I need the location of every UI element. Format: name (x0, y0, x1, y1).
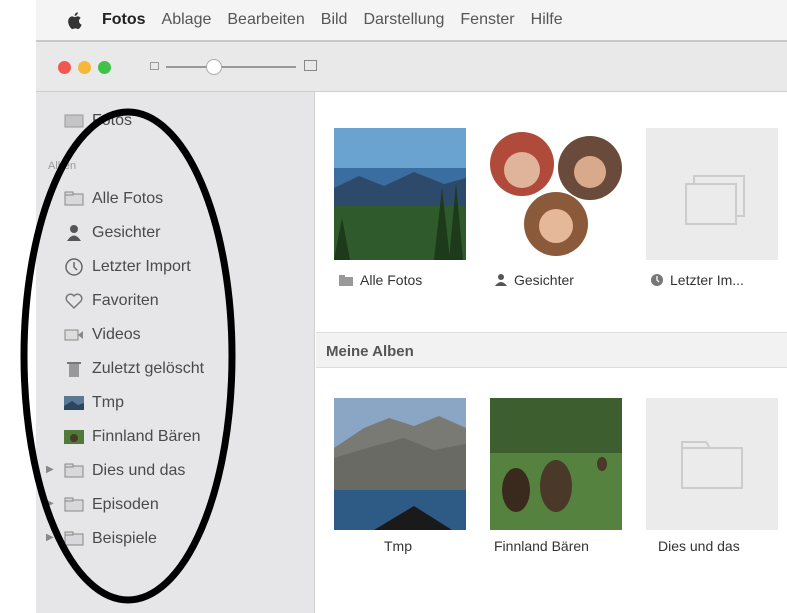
sidebar-item-label: Tmp (92, 394, 124, 411)
sidebar-item-episoden[interactable]: Episoden (64, 492, 159, 518)
clock-icon (64, 258, 84, 276)
sidebar-item-label: Videos (92, 326, 141, 343)
sidebar-item-label: Alle Fotos (92, 190, 164, 207)
album-caption-tmp: Tmp (384, 538, 412, 554)
sidebar-section-label: Alben (48, 160, 77, 172)
zoom-slider-track[interactable] (166, 66, 296, 68)
zoom-window-button[interactable] (98, 61, 111, 74)
sidebar-item-favoriten[interactable]: Favoriten (64, 288, 159, 314)
album-caption-text: Tmp (384, 538, 412, 554)
sidebar-item-fotos[interactable]: Fotos (64, 108, 132, 134)
apple-logo-icon[interactable] (64, 9, 86, 31)
album-cover-alle-fotos[interactable] (334, 128, 466, 260)
menu-ablage[interactable]: Ablage (162, 11, 212, 29)
album-cover-gesichter[interactable] (486, 128, 626, 258)
album-cover-tmp[interactable] (334, 398, 466, 530)
person-icon (494, 273, 508, 287)
album-caption-letzter-import: Letzter Im... (650, 272, 744, 288)
menu-bild[interactable]: Bild (321, 11, 348, 29)
sidebar-item-beispiele[interactable]: Beispiele (64, 526, 157, 552)
album-thumb-icon (64, 394, 84, 412)
album-caption-finnland-baeren: Finnland Bären (494, 538, 589, 554)
album-cover-finnland-baeren[interactable] (490, 398, 622, 530)
album-thumb-icon (64, 428, 84, 446)
disclosure-triangle-icon[interactable]: ▶ (46, 498, 54, 509)
album-caption-text: Gesichter (514, 272, 574, 288)
sidebar-item-gesichter[interactable]: Gesichter (64, 220, 160, 246)
album-caption-text: Alle Fotos (360, 272, 423, 288)
menu-bearbeiten[interactable]: Bearbeiten (227, 11, 304, 29)
sidebar: Fotos Alben Alle Fotos Gesichter Letzter… (36, 92, 315, 613)
menu-darstellung[interactable]: Darstellung (363, 11, 444, 29)
zoom-slider-thumb[interactable] (206, 59, 222, 75)
menu-app-name[interactable]: Fotos (102, 11, 146, 29)
album-caption-text: Dies und das (658, 538, 740, 554)
album-cover-dies-und-das[interactable] (646, 398, 778, 530)
sidebar-item-label: Dies und das (92, 462, 186, 479)
sidebar-item-dies-und-das[interactable]: Dies und das (64, 458, 185, 484)
menu-hilfe[interactable]: Hilfe (531, 11, 563, 29)
disclosure-triangle-icon[interactable]: ▶ (46, 464, 54, 475)
section-title: Meine Alben (326, 343, 414, 360)
sidebar-item-label: Favoriten (92, 292, 159, 309)
sidebar-item-tmp[interactable]: Tmp (64, 390, 124, 416)
window-toolbar (36, 40, 787, 92)
large-thumbnail-icon (304, 60, 317, 71)
album-caption-text: Finnland Bären (494, 538, 589, 554)
folder-icon (64, 190, 84, 208)
sidebar-item-label: Episoden (92, 496, 159, 513)
sidebar-item-label: Letzter Import (92, 258, 191, 275)
minimize-window-button[interactable] (78, 61, 91, 74)
sidebar-item-label: Fotos (92, 112, 133, 129)
sidebar-item-label: Gesichter (92, 224, 161, 241)
sidebar-item-videos[interactable]: Videos (64, 322, 141, 348)
trash-icon (64, 360, 84, 378)
person-icon (64, 224, 84, 242)
album-caption-text: Letzter Im... (670, 272, 744, 288)
folder-icon (64, 530, 84, 548)
small-thumbnail-icon (150, 62, 159, 70)
album-browser: Alle Fotos Gesichter Letzter Im... Meine… (316, 92, 787, 613)
sidebar-item-finnland-baeren[interactable]: Finnland Bären (64, 424, 201, 450)
section-header: Meine Alben (316, 332, 787, 368)
sidebar-item-zuletzt-geloescht[interactable]: Zuletzt gelöscht (64, 356, 204, 382)
sidebar-item-label: Beispiele (92, 530, 157, 547)
sidebar-item-alle-fotos[interactable]: Alle Fotos (64, 186, 163, 212)
folder-icon (64, 496, 84, 514)
sidebar-item-label: Zuletzt gelöscht (92, 360, 205, 377)
album-caption-alle-fotos: Alle Fotos (338, 272, 422, 288)
menu-bar: Fotos Ablage Bearbeiten Bild Darstellung… (36, 0, 787, 40)
video-icon (64, 326, 84, 344)
album-cover-letzter-import[interactable] (646, 128, 778, 260)
album-caption-dies-und-das: Dies und das (658, 538, 740, 554)
sidebar-item-label: Finnland Bären (92, 428, 201, 445)
close-window-button[interactable] (58, 61, 71, 74)
disclosure-triangle-icon[interactable]: ▶ (46, 532, 54, 543)
photos-icon (64, 112, 84, 130)
album-caption-gesichter: Gesichter (494, 272, 574, 288)
folder-icon (338, 274, 354, 287)
clock-icon (650, 273, 664, 287)
menu-fenster[interactable]: Fenster (460, 11, 514, 29)
heart-icon (64, 292, 84, 310)
sidebar-item-letzter-import[interactable]: Letzter Import (64, 254, 191, 280)
folder-icon (64, 462, 84, 480)
